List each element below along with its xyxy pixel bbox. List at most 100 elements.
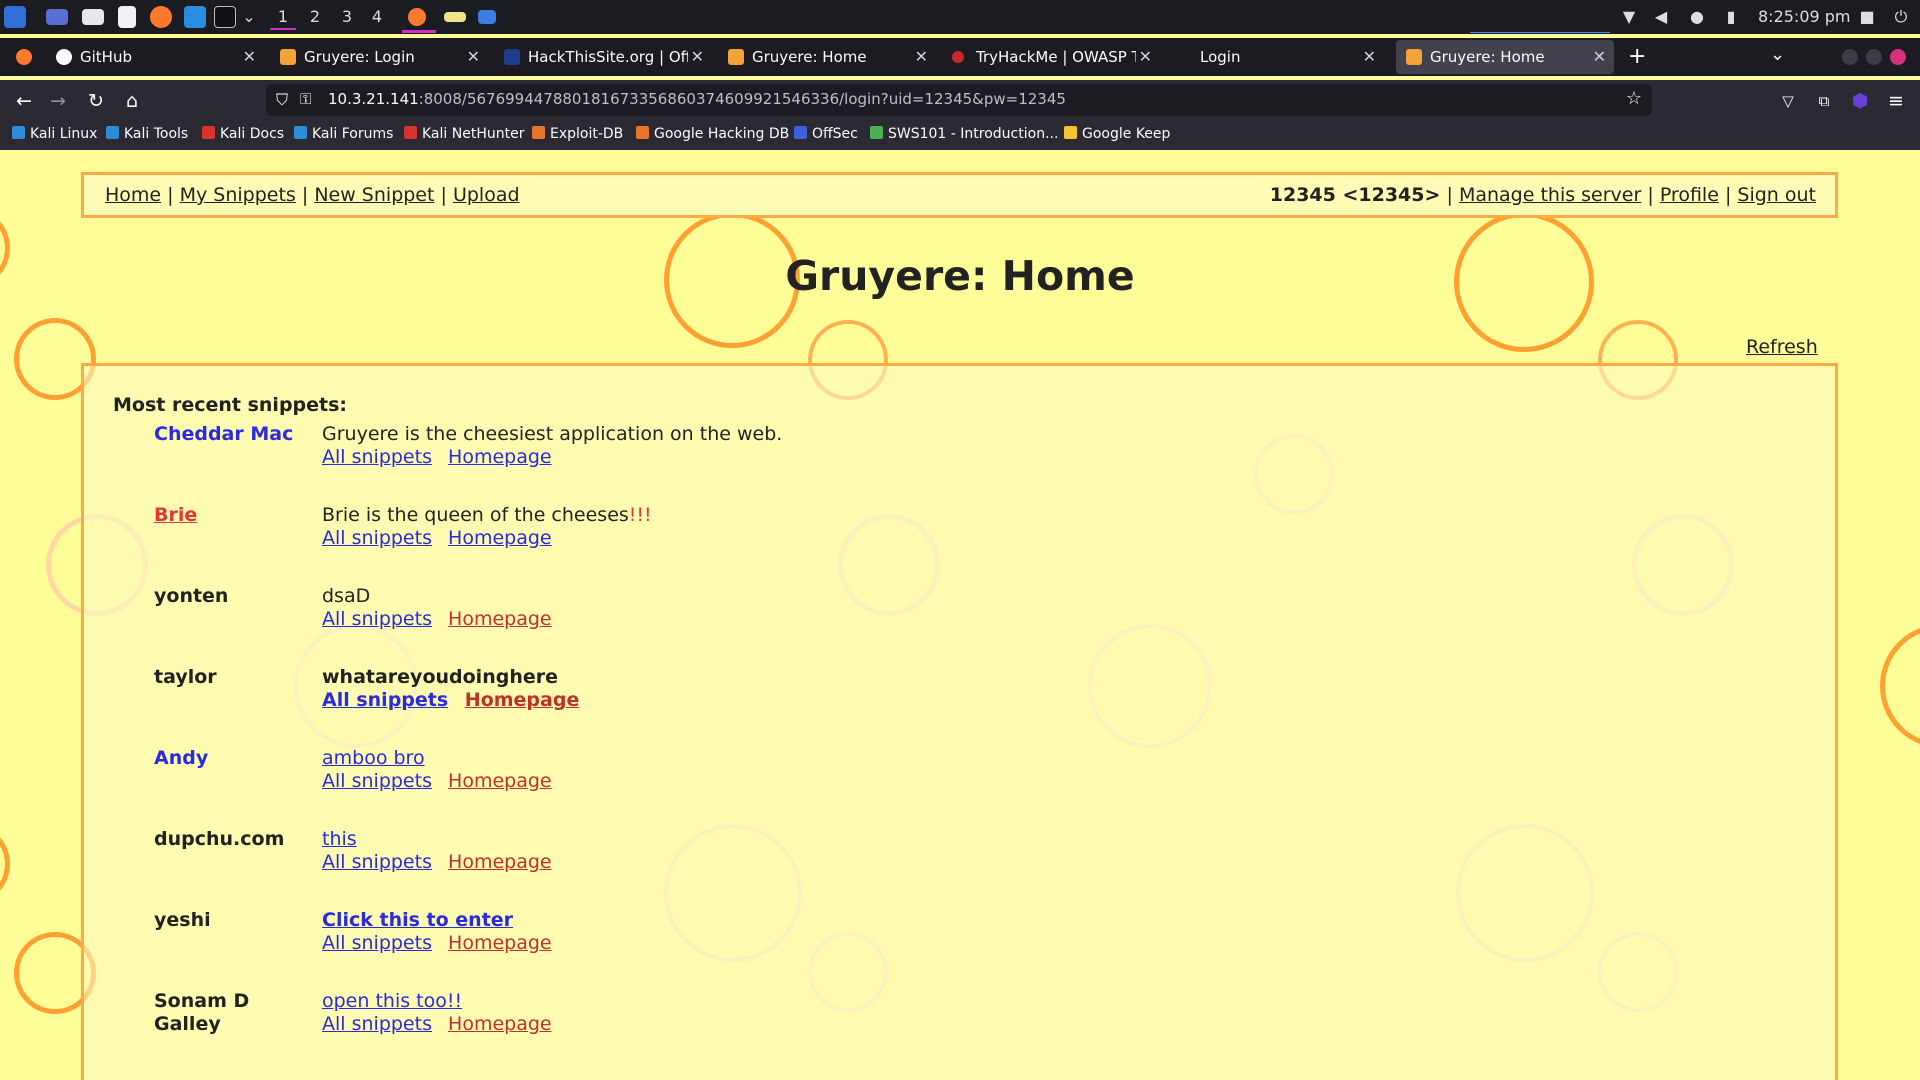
- app-window-icon[interactable]: [478, 10, 496, 24]
- close-window-button[interactable]: [1890, 49, 1906, 65]
- snippet-link[interactable]: amboo bro: [322, 747, 425, 770]
- bookmark-star-icon[interactable]: ☆: [1626, 88, 1642, 109]
- menu-manage-server-link[interactable]: Manage this server: [1459, 184, 1641, 206]
- bookmark-kali-docs[interactable]: Kali Docs: [202, 126, 284, 142]
- tab-login[interactable]: Login ✕: [1166, 38, 1384, 76]
- all-snippets-link[interactable]: All snippets: [322, 527, 432, 549]
- close-icon[interactable]: ✕: [467, 38, 480, 76]
- workspace-2[interactable]: 2: [302, 6, 328, 28]
- workspace-3[interactable]: 3: [334, 6, 360, 28]
- snippet-author: dupchu.com: [154, 828, 285, 850]
- homepage-link[interactable]: Homepage: [448, 608, 552, 630]
- menu-upload-link[interactable]: Upload: [453, 184, 520, 206]
- bookmark-kali-linux[interactable]: Kali Linux: [12, 126, 97, 142]
- new-tab-button[interactable]: +: [1628, 44, 1646, 69]
- all-snippets-link[interactable]: All snippets: [322, 932, 432, 954]
- close-icon[interactable]: ✕: [1363, 38, 1376, 76]
- volume-icon[interactable]: ◀: [1652, 8, 1670, 26]
- folder-window-icon[interactable]: [444, 12, 466, 22]
- chevron-down-icon[interactable]: ⌄: [240, 8, 258, 26]
- close-icon[interactable]: ✕: [915, 38, 928, 76]
- snippet-link[interactable]: open this too!!: [322, 990, 462, 1013]
- firefox-view-button[interactable]: [6, 38, 42, 76]
- maximize-button[interactable]: [1866, 49, 1882, 65]
- homepage-link[interactable]: Homepage: [448, 770, 552, 792]
- text-editor-icon[interactable]: [118, 6, 136, 28]
- menu-sign-out-link[interactable]: Sign out: [1737, 184, 1816, 206]
- url-text[interactable]: 10.3.21.141:8008/56769944788018167335686…: [328, 90, 1066, 108]
- power-icon[interactable]: ⏻: [1892, 8, 1910, 26]
- web-page: Home | My Snippets | New Snippet | Uploa…: [0, 150, 1920, 1080]
- close-icon[interactable]: ✕: [1593, 40, 1606, 74]
- workspace-1[interactable]: 1: [270, 6, 296, 30]
- forward-button[interactable]: →: [46, 89, 70, 113]
- tab-gruyere-home[interactable]: Gruyere: Home ✕: [718, 38, 936, 76]
- close-icon[interactable]: ✕: [1139, 38, 1152, 76]
- menu-new-snippet-link[interactable]: New Snippet: [314, 184, 434, 206]
- navigation-bar: ← → ↻ ⌂ ⛉ ⚿ 10.3.21.141:8008/56769944788…: [0, 80, 1920, 122]
- separator: |: [1724, 184, 1738, 206]
- tab-github[interactable]: GitHub ✕: [46, 38, 264, 76]
- clock[interactable]: 8:25:09 pm: [1758, 7, 1851, 26]
- snippet-author: yonten: [154, 585, 229, 607]
- homepage-link[interactable]: Homepage: [448, 527, 552, 549]
- menu-profile-link[interactable]: Profile: [1660, 184, 1719, 206]
- homepage-link[interactable]: Homepage: [448, 1013, 552, 1035]
- snippet-author[interactable]: Brie: [154, 504, 314, 527]
- close-icon[interactable]: ✕: [691, 38, 704, 76]
- address-bar[interactable]: ⛉ ⚿ 10.3.21.141:8008/5676994478801816733…: [266, 84, 1652, 116]
- bookmark-sws101[interactable]: SWS101 - Introduction...: [870, 126, 1058, 142]
- terminal-icon[interactable]: [214, 6, 236, 28]
- home-icon[interactable]: ⌂: [120, 89, 144, 113]
- back-button[interactable]: ←: [12, 89, 36, 113]
- tab-hackthissite[interactable]: HackThisSite.org | Offline ✕: [494, 38, 712, 76]
- bookmark-google-hacking-db[interactable]: Google Hacking DB: [636, 126, 789, 142]
- bookmark-google-keep[interactable]: Google Keep: [1064, 126, 1170, 142]
- all-snippets-link[interactable]: All snippets: [322, 1013, 432, 1035]
- profile-extension-icon[interactable]: ⬢: [1848, 89, 1872, 113]
- reload-button[interactable]: ↻: [84, 89, 108, 113]
- all-snippets-link[interactable]: All snippets: [322, 851, 432, 873]
- bell-icon[interactable]: ●: [1688, 8, 1706, 26]
- close-icon[interactable]: ✕: [243, 38, 256, 76]
- firefox-icon[interactable]: [150, 6, 172, 28]
- homepage-link[interactable]: Homepage: [448, 932, 552, 954]
- kali-menu-icon[interactable]: [4, 6, 26, 28]
- all-snippets-link[interactable]: All snippets: [322, 689, 448, 711]
- bookmark-exploit-db[interactable]: Exploit-DB: [532, 126, 623, 142]
- desktop-icon[interactable]: [46, 9, 68, 25]
- homepage-link[interactable]: Homepage: [448, 851, 552, 873]
- all-snippets-link[interactable]: All snippets: [322, 770, 432, 792]
- vscode-icon[interactable]: [184, 6, 206, 28]
- all-snippets-link[interactable]: All snippets: [322, 446, 432, 468]
- wifi-icon[interactable]: ▼: [1620, 8, 1638, 26]
- workspace-4[interactable]: 4: [364, 6, 390, 28]
- tab-gruyere-home-active[interactable]: Gruyere: Home ✕: [1396, 40, 1614, 74]
- tab-tryhackme[interactable]: TryHackMe | OWASP Top ✕: [942, 38, 1160, 76]
- bookmark-kali-tools[interactable]: Kali Tools: [106, 126, 188, 142]
- list-all-tabs-button[interactable]: ⌄: [1770, 44, 1785, 65]
- recent-snippets-heading: Most recent snippets:: [113, 394, 348, 416]
- bookmark-kali-nethunter[interactable]: Kali NetHunter: [404, 126, 524, 142]
- files-icon[interactable]: [82, 9, 104, 25]
- battery-icon[interactable]: ▮: [1722, 8, 1740, 26]
- bookmark-offsec[interactable]: OffSec: [794, 126, 858, 142]
- snippet-link[interactable]: Click this to enter: [322, 909, 513, 932]
- homepage-link[interactable]: Homepage: [448, 446, 552, 468]
- menu-home-link[interactable]: Home: [105, 184, 161, 206]
- all-snippets-link[interactable]: All snippets: [322, 608, 432, 630]
- bookmark-kali-forums[interactable]: Kali Forums: [294, 126, 393, 142]
- shield-icon[interactable]: ⛉: [276, 90, 288, 110]
- menu-icon[interactable]: ≡: [1884, 89, 1908, 113]
- snippet-link[interactable]: this: [322, 828, 357, 851]
- extensions-icon[interactable]: ⧉: [1812, 89, 1836, 113]
- tab-gruyere-login[interactable]: Gruyere: Login ✕: [270, 38, 488, 76]
- refresh-link[interactable]: Refresh: [1746, 336, 1818, 358]
- lock-icon[interactable]: ■: [1858, 8, 1876, 26]
- firefox-window-icon[interactable]: [408, 8, 426, 26]
- minimize-button[interactable]: [1842, 49, 1858, 65]
- pocket-icon[interactable]: ▽: [1776, 89, 1800, 113]
- homepage-link[interactable]: Homepage: [465, 689, 580, 711]
- lock-icon[interactable]: ⚿: [300, 90, 311, 108]
- menu-my-snippets-link[interactable]: My Snippets: [180, 184, 296, 206]
